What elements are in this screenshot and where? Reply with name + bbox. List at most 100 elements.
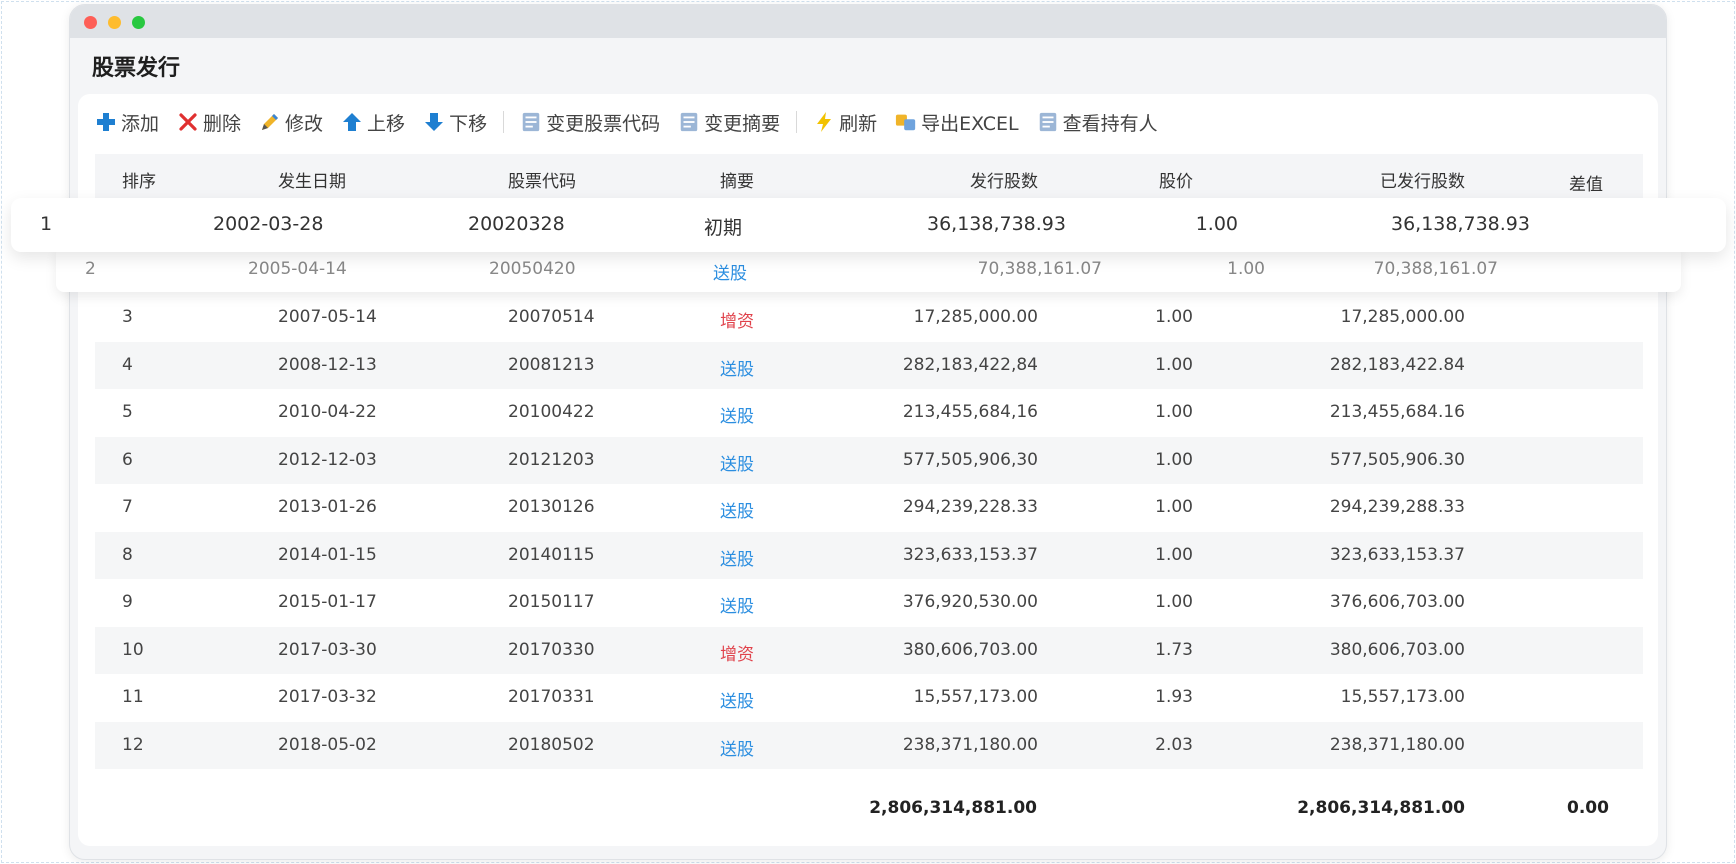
cell-total: 70,388,161.07	[1373, 259, 1498, 279]
toolbar: 添加 删除 修改 上移 下移 变更股票代码 变更摘要 刷新 导出EXCEL 查看…	[95, 104, 1176, 140]
close-icon	[177, 111, 199, 133]
cell-total: 36,138,738.93	[1390, 213, 1530, 235]
cell-date: 2017-03-30	[278, 639, 377, 660]
cell-summary: 送股	[720, 739, 754, 760]
cell-code: 20170331	[508, 687, 595, 707]
cell-summary: 增资	[720, 644, 754, 665]
cell-code: 20081213	[508, 354, 595, 375]
cell-price: 1.00	[1155, 402, 1193, 422]
refresh-button-label: 刷新	[839, 112, 878, 135]
cell-code: 20150117	[508, 592, 595, 612]
cell-code: 20070514	[508, 307, 595, 327]
cell-summary: 送股	[720, 454, 754, 475]
toolbar-separator	[503, 111, 505, 133]
cell-date: 2007-05-14	[278, 307, 377, 327]
column-header-code[interactable]: 股票代码	[508, 167, 576, 192]
cell-total: 238,371,180.00	[1329, 734, 1465, 755]
cell-issued: 380,606,703.00	[902, 639, 1038, 660]
cell-issued: 17,285,000.00	[913, 307, 1038, 327]
add-button[interactable]: 添加	[95, 109, 159, 136]
table-row-selected[interactable]: 1 2002-03-28 20020328 初期 36,138,738.93 1…	[11, 198, 1726, 252]
cell-total: 577,505,906.30	[1329, 449, 1465, 470]
view-holders-button[interactable]: 查看持有人	[1037, 109, 1158, 136]
column-header-total[interactable]: 已发行股数	[1380, 167, 1465, 192]
cell-index: 10	[122, 639, 144, 660]
cell-issued: 36,138,738.93	[926, 213, 1066, 235]
cell-total: 376,606,703.00	[1329, 592, 1465, 612]
cell-code: 20130126	[508, 497, 595, 517]
cell-total: 323,633,153.37	[1329, 544, 1465, 565]
cell-date: 2015-01-17	[278, 592, 377, 612]
cell-price: 1.00	[1227, 259, 1265, 279]
cell-total: 213,455,684.16	[1329, 402, 1465, 422]
export-excel-button[interactable]: 导出EXCEL	[895, 109, 1019, 136]
footer-issued-total: 2,806,314,881.00	[869, 798, 1037, 818]
cell-total: 294,239,288.33	[1329, 497, 1465, 517]
table-row[interactable]: 8 2014-01-15 20140115 送股 323,633,153.37 …	[95, 531, 1643, 579]
cell-price: 1.00	[1155, 544, 1193, 565]
cell-issued: 323,633,153.37	[902, 544, 1038, 565]
table-row[interactable]: 4 2008-12-13 20081213 送股 282,183,422,84 …	[95, 341, 1643, 389]
cell-total: 380,606,703.00	[1329, 639, 1465, 660]
cell-issued: 213,455,684,16	[902, 402, 1038, 422]
column-header-issued[interactable]: 发行股数	[970, 167, 1038, 192]
table-row[interactable]: 5 2010-04-22 20100422 送股 213,455,684,16 …	[95, 389, 1643, 437]
move-up-button[interactable]: 上移	[341, 109, 405, 136]
delete-button[interactable]: 删除	[177, 109, 241, 136]
cell-issued: 238,371,180.00	[902, 734, 1038, 755]
minimize-window-button[interactable]	[108, 16, 121, 29]
cell-summary: 送股	[720, 549, 754, 570]
cell-date: 2010-04-22	[278, 402, 377, 422]
footer-diff: 0.00	[1567, 798, 1609, 818]
table-row[interactable]: 11 2017-03-32 20170331 送股 15,557,173.00 …	[95, 674, 1643, 722]
table-row[interactable]: 7 2013-01-26 20130126 送股 294,239,228.33 …	[95, 484, 1643, 532]
cell-issued: 376,920,530.00	[902, 592, 1038, 612]
table-row[interactable]: 3 2007-05-14 20070514 增资 17,285,000.00 1…	[95, 294, 1643, 342]
column-header-index[interactable]: 排序	[122, 167, 156, 192]
edit-button[interactable]: 修改	[259, 109, 323, 136]
cell-index: 6	[122, 449, 133, 470]
cell-index: 8	[122, 544, 133, 565]
cell-date: 2002-03-28	[213, 213, 324, 235]
cell-price: 1.00	[1155, 449, 1193, 470]
table-row[interactable]: 9 2015-01-17 20150117 送股 376,920,530.00 …	[95, 579, 1643, 627]
change-summary-label: 变更摘要	[704, 112, 781, 135]
change-summary-button[interactable]: 变更摘要	[678, 109, 780, 136]
cell-price: 1.73	[1155, 639, 1193, 660]
change-stock-code-button[interactable]: 变更股票代码	[520, 109, 660, 136]
cell-date: 2013-01-26	[278, 497, 377, 517]
close-window-button[interactable]	[84, 16, 97, 29]
column-header-date[interactable]: 发生日期	[278, 167, 346, 192]
cell-issued: 70,388,161.07	[977, 259, 1102, 279]
toolbar-separator	[796, 111, 798, 133]
add-button-label: 添加	[121, 112, 160, 135]
cell-total: 15,557,173.00	[1340, 687, 1465, 707]
table-row[interactable]: 10 2017-03-30 20170330 增资 380,606,703.00…	[95, 626, 1643, 674]
cell-index: 3	[122, 307, 133, 327]
column-header-price[interactable]: 股价	[1159, 167, 1193, 192]
cell-index: 11	[122, 687, 144, 707]
move-down-button[interactable]: 下移	[423, 109, 487, 136]
maximize-window-button[interactable]	[132, 16, 145, 29]
cell-summary: 送股	[720, 502, 754, 522]
cell-summary: 增资	[720, 312, 754, 332]
table-row[interactable]: 6 2012-12-03 20121203 送股 577,505,906,30 …	[95, 436, 1643, 484]
cell-date: 2018-05-02	[278, 734, 377, 755]
cell-price: 1.00	[1155, 354, 1193, 375]
move-down-button-label: 下移	[449, 112, 488, 135]
cell-summary: 送股	[720, 597, 754, 617]
column-header-diff[interactable]: 差值	[1569, 170, 1603, 195]
cell-date: 2014-01-15	[278, 544, 377, 565]
column-header-summary[interactable]: 摘要	[720, 167, 754, 192]
cell-code: 20050420	[489, 259, 576, 279]
cell-summary: 送股	[720, 407, 754, 427]
table-row[interactable]: 12 2018-05-02 20180502 送股 238,371,180.00…	[95, 721, 1643, 769]
table-row-dragging[interactable]: 2 2005-04-14 20050420 送股 70,388,161.07 1…	[56, 246, 1681, 292]
cell-issued: 282,183,422,84	[902, 354, 1038, 375]
cell-index: 5	[122, 402, 133, 422]
cell-index: 1	[40, 213, 53, 235]
refresh-button[interactable]: 刷新	[813, 109, 877, 136]
cell-total: 17,285,000.00	[1340, 307, 1465, 327]
edit-button-label: 修改	[285, 112, 324, 135]
cell-index: 9	[122, 592, 133, 612]
